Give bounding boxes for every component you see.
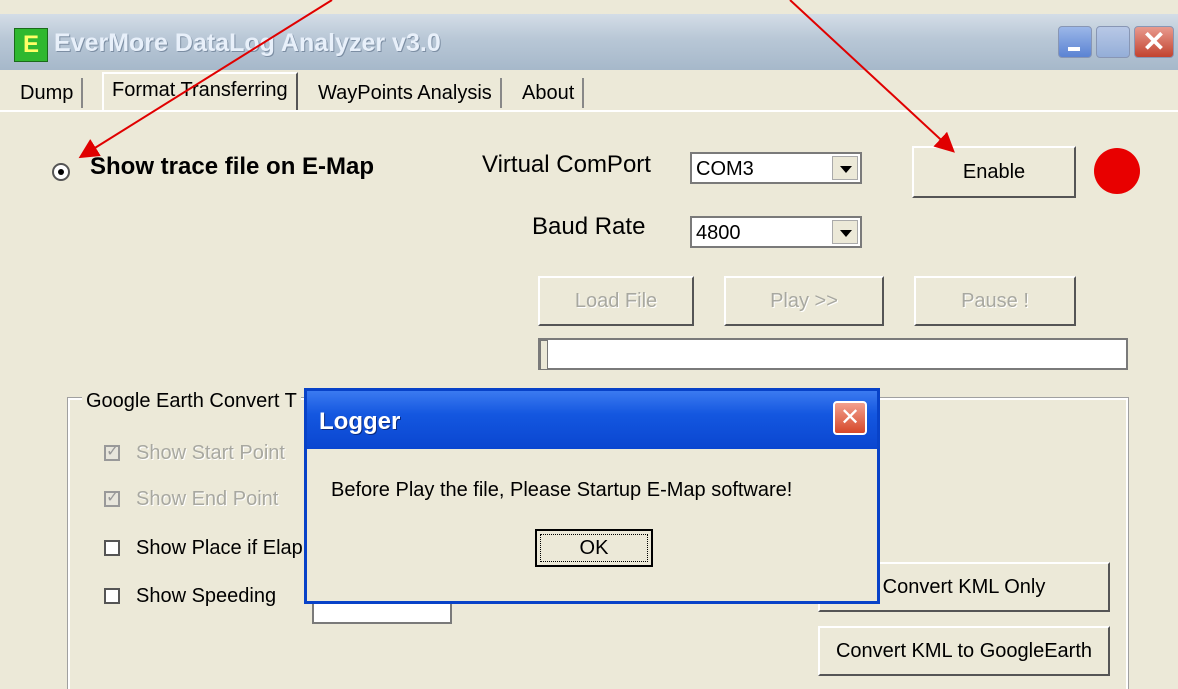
show-place-checkbox[interactable]: [104, 540, 120, 556]
tab-dump[interactable]: Dump: [12, 78, 84, 108]
logger-dialog: Logger ✕ Before Play the file, Please St…: [304, 388, 880, 604]
ok-button-label: OK: [540, 534, 648, 562]
load-file-button[interactable]: Load File: [538, 276, 694, 326]
pause-button[interactable]: Pause !: [914, 276, 1076, 326]
show-place-label: Show Place if Elap: [136, 537, 303, 559]
show-speeding-checkbox[interactable]: [104, 588, 120, 604]
status-indicator: [1094, 148, 1140, 194]
enable-button[interactable]: Enable: [912, 146, 1076, 198]
baud-rate-label: Baud Rate: [532, 213, 646, 240]
close-button[interactable]: ✕: [1134, 26, 1174, 58]
tab-format-transferring[interactable]: Format Transferring: [102, 72, 298, 110]
slider-thumb[interactable]: [540, 340, 548, 370]
ok-button[interactable]: OK: [535, 529, 653, 567]
tab-about[interactable]: About: [514, 78, 585, 108]
check-icon: ✓: [106, 441, 120, 460]
playback-slider[interactable]: [538, 338, 1128, 370]
tab-divider: [0, 110, 1178, 112]
show-start-label: Show Start Point: [136, 442, 285, 464]
window-title: EverMore DataLog Analyzer v3.0: [54, 29, 441, 57]
maximize-button[interactable]: [1096, 26, 1130, 58]
close-icon: ✕: [839, 403, 861, 431]
show-trace-radio[interactable]: [52, 163, 70, 181]
tab-waypoints-analysis[interactable]: WayPoints Analysis: [310, 78, 502, 108]
chevron-down-icon[interactable]: [832, 156, 858, 180]
app-window: E EverMore DataLog Analyzer v3.0 ✕ Dump …: [0, 0, 1178, 689]
show-end-checkbox[interactable]: ✓: [104, 487, 120, 507]
dialog-title: Logger: [319, 408, 401, 435]
comport-value: COM3: [696, 158, 754, 180]
dialog-message: Before Play the file, Please Startup E-M…: [331, 479, 793, 501]
show-trace-label: Show trace file on E-Map: [90, 153, 375, 180]
baud-rate-select[interactable]: 4800: [690, 216, 862, 248]
check-icon: ✓: [106, 487, 120, 506]
show-start-checkbox[interactable]: ✓: [104, 441, 120, 461]
play-button[interactable]: Play >>: [724, 276, 884, 326]
show-end-label: Show End Point: [136, 488, 279, 510]
comport-select[interactable]: COM3: [690, 152, 862, 184]
comport-label: Virtual ComPort: [482, 151, 651, 178]
dialog-close-button[interactable]: ✕: [833, 401, 867, 435]
show-speeding-label: Show Speeding: [136, 585, 277, 607]
google-earth-group-title: Google Earth Convert T: [82, 388, 301, 414]
title-bar[interactable]: E EverMore DataLog Analyzer v3.0 ✕: [0, 14, 1178, 70]
minimize-button[interactable]: [1058, 26, 1092, 58]
close-icon: ✕: [1142, 26, 1166, 57]
app-icon: E: [14, 28, 48, 62]
baud-rate-value: 4800: [696, 222, 741, 244]
convert-kml-googleearth-button[interactable]: Convert KML to GoogleEarth: [818, 626, 1110, 676]
dialog-title-bar[interactable]: Logger ✕: [307, 391, 877, 449]
chevron-down-icon[interactable]: [832, 220, 858, 244]
tab-strip: Dump Format Transferring WayPoints Analy…: [0, 72, 1178, 112]
